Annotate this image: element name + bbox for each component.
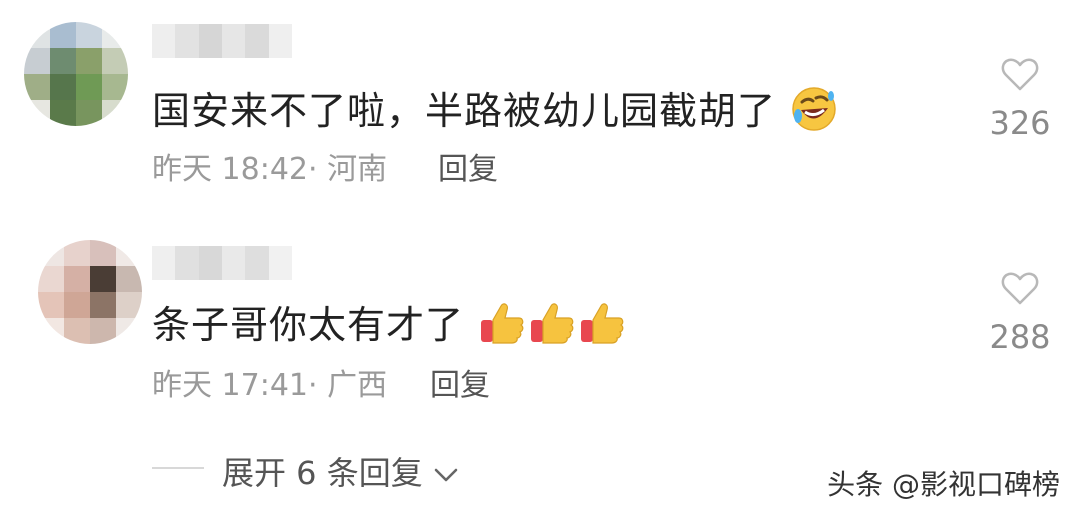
reply-button[interactable]: 回复 <box>430 360 490 404</box>
comment-meta: 昨天 17:41· 广西 <box>152 368 388 403</box>
comment-text: 国安来不了啦，半路被幼儿园截胡了 <box>152 80 839 143</box>
comment-meta: 昨天 18:42· 河南 <box>152 152 388 187</box>
avatar[interactable] <box>38 240 142 344</box>
watermark: 头条 @影视口碑榜 <box>827 468 1060 501</box>
reply-button[interactable]: 回复 <box>438 144 498 188</box>
expand-replies-label: 展开 6 条回复 <box>222 454 423 492</box>
expand-replies-button[interactable]: 展开 6 条回复 <box>222 448 459 494</box>
username-blurred[interactable] <box>152 246 292 280</box>
heart-outline-icon <box>1001 58 1039 91</box>
heart-outline-icon <box>1001 272 1039 305</box>
avatar[interactable] <box>24 22 128 126</box>
comment-text: 条子哥你太有才了 <box>152 294 627 357</box>
like-button[interactable]: 288 <box>980 270 1060 356</box>
chevron-down-icon <box>434 468 458 482</box>
thumbs-up-emoji <box>477 298 527 357</box>
like-count: 326 <box>989 104 1051 142</box>
thumbs-up-emoji <box>527 298 577 357</box>
divider <box>152 467 204 469</box>
like-count: 288 <box>989 318 1051 356</box>
like-button[interactable]: 326 <box>980 56 1060 142</box>
rofl-emoji <box>789 84 839 143</box>
username-blurred[interactable] <box>152 24 292 58</box>
thumbs-up-emoji <box>577 298 627 357</box>
